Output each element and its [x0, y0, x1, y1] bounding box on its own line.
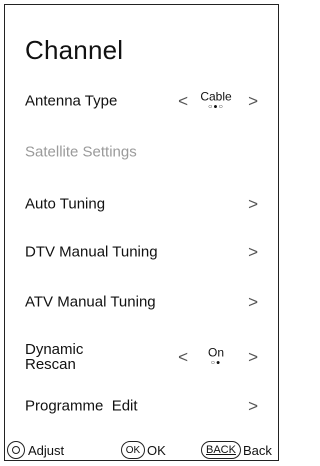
menu-item-dynamic-rescan[interactable]: Dynamic Rescan < On ○● >: [25, 342, 264, 372]
option-indicator-dots: ○●: [210, 359, 222, 367]
ok-button-icon: OK: [121, 441, 145, 459]
option-value-text: On: [207, 345, 224, 360]
chevron-right-icon[interactable]: >: [248, 294, 258, 311]
menu-item-atv-manual-tuning[interactable]: ATV Manual Tuning >: [25, 287, 264, 317]
menu-item-programme-edit[interactable]: Programme Edit >: [25, 391, 264, 421]
chevron-right-icon[interactable]: >: [248, 349, 258, 366]
chevron-right-icon[interactable]: >: [248, 244, 258, 261]
menu-item-auto-tuning[interactable]: Auto Tuning >: [25, 189, 264, 219]
hint-adjust-label: Adjust: [28, 442, 65, 458]
menu-item-label: Antenna Type: [25, 92, 118, 110]
hint-back: BACK Back: [201, 439, 272, 461]
option-value-text: Cable: [200, 89, 232, 104]
chevron-right-icon[interactable]: >: [248, 196, 258, 213]
chevron-right-icon[interactable]: >: [248, 93, 258, 110]
option-value: Cable ○●○: [196, 91, 236, 111]
hint-adjust: Adjust: [7, 439, 64, 461]
menu-item-label: DTV Manual Tuning: [25, 243, 158, 261]
menu-item-label: Programme Edit: [25, 397, 138, 415]
key-hint-bar: Adjust OK OK BACK Back: [5, 439, 278, 461]
menu-item-label: Auto Tuning: [25, 195, 106, 213]
channel-menu-panel: Channel Antenna Type < Cable ○●○ > Satel…: [4, 4, 279, 461]
menu-item-label: Dynamic Rescan: [25, 342, 83, 372]
chevron-left-icon[interactable]: <: [178, 93, 188, 110]
menu-item-label: ATV Manual Tuning: [25, 293, 156, 311]
menu-item-dtv-manual-tuning[interactable]: DTV Manual Tuning >: [25, 237, 264, 267]
option-value: On ○●: [196, 347, 236, 367]
hint-back-label: Back: [242, 442, 272, 458]
dpad-icon: [7, 441, 25, 459]
page-title: Channel: [25, 35, 124, 65]
menu-item-label-line2: Rescan: [25, 356, 76, 373]
menu-item-satellite-settings: Satellite Settings: [25, 137, 264, 167]
menu-item-antenna-type[interactable]: Antenna Type < Cable ○●○ >: [25, 86, 264, 116]
menu-item-label: Satellite Settings: [25, 143, 137, 161]
hint-ok-label: OK: [147, 442, 166, 458]
chevron-right-icon[interactable]: >: [248, 398, 258, 415]
option-indicator-dots: ○●○: [208, 103, 224, 111]
hint-ok: OK OK: [121, 439, 166, 461]
back-button-icon: BACK: [201, 441, 241, 459]
chevron-left-icon[interactable]: <: [178, 349, 188, 366]
